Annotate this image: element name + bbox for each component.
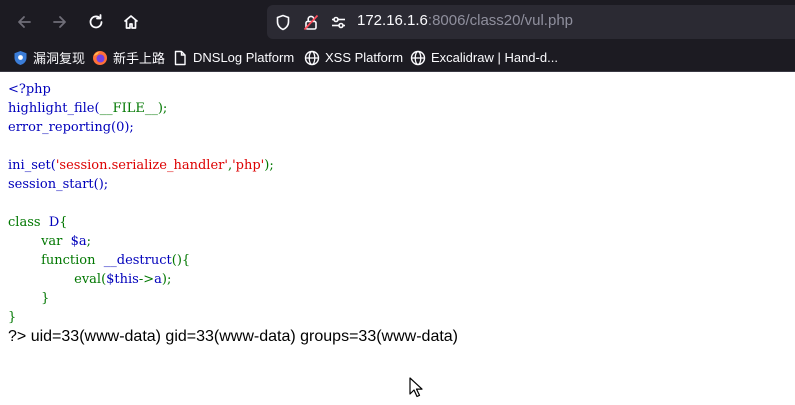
code-token: ;	[86, 234, 92, 249]
code-token: 'session.serialize_handler'	[55, 158, 228, 173]
globe-icon	[304, 50, 320, 66]
back-button[interactable]	[12, 10, 36, 34]
code-token: ->	[138, 272, 155, 287]
url-text[interactable]: 172.16.1.6:8006/class20/vul.php	[357, 12, 573, 29]
arrow-left-icon	[18, 16, 31, 28]
bookmarks-bar: 漏洞复现 新手上路 DNSLog Platform XSS Platform E…	[0, 44, 795, 72]
bookmark-label: 漏洞复现	[33, 51, 86, 66]
tracking-shield-icon[interactable]	[275, 14, 291, 36]
code-token: session_start();	[8, 177, 109, 192]
document-icon	[172, 50, 188, 66]
code-token: );	[264, 158, 274, 173]
url-host: 172.16.1.6	[357, 12, 428, 29]
bookmark-item[interactable]: DNSLog Platform	[172, 48, 294, 67]
code-token: (){	[171, 253, 191, 268]
bookmark-label: Excalidraw | Hand-d...	[431, 50, 558, 65]
php-close-tag: ?>	[8, 328, 27, 345]
code-token: function	[41, 253, 96, 268]
home-icon	[123, 15, 139, 29]
code-token: ini_set(	[8, 158, 56, 173]
bookmark-item[interactable]: 新手上路	[92, 48, 165, 67]
code-token: var	[41, 234, 63, 249]
bookmark-label: 新手上路	[113, 51, 166, 66]
code-token: }	[8, 310, 17, 325]
code-token: );	[157, 101, 168, 116]
reload-icon	[89, 14, 103, 29]
home-button[interactable]	[119, 10, 143, 34]
forward-button[interactable]	[48, 10, 72, 34]
code-token: a	[154, 272, 162, 287]
php-source-code: <?php highlight_file(__FILE__); error_re…	[8, 80, 274, 327]
bookmark-item[interactable]: 漏洞复现	[12, 48, 85, 67]
command-output-text: uid=33(www-data) gid=33(www-data) groups…	[30, 328, 459, 345]
command-output: ?> uid=33(www-data) gid=33(www-data) gro…	[8, 328, 458, 346]
permissions-icon[interactable]	[330, 14, 347, 36]
code-token: <?php	[8, 82, 51, 97]
insecure-lock-icon[interactable]	[303, 14, 319, 36]
browser-toolbar: 172.16.1.6:8006/class20/vul.php	[0, 0, 795, 44]
code-token: );	[161, 272, 172, 287]
bookmark-label: DNSLog Platform	[193, 50, 295, 65]
arrow-right-icon	[53, 16, 66, 28]
bookmark-label: XSS Platform	[325, 50, 404, 65]
code-token: }	[41, 291, 50, 306]
code-token: class	[8, 215, 41, 230]
code-token: D	[48, 215, 60, 230]
page-content: <?php highlight_file(__FILE__); error_re…	[0, 72, 795, 405]
bookmark-item[interactable]: XSS Platform	[304, 48, 403, 67]
url-path: :8006/class20/vul.php	[427, 12, 574, 29]
code-token: eval(	[74, 272, 107, 287]
code-token: $a	[70, 234, 87, 249]
reload-button[interactable]	[84, 10, 108, 34]
code-token: 'php'	[232, 158, 265, 173]
globe-icon	[410, 50, 426, 66]
code-token: highlight_file(	[8, 101, 100, 116]
address-bar[interactable]: 172.16.1.6:8006/class20/vul.php	[267, 5, 795, 39]
code-token: __destruct	[103, 253, 172, 268]
bookmark-item[interactable]: Excalidraw | Hand-d...	[410, 48, 558, 67]
code-token: {	[59, 215, 68, 230]
code-token: __FILE__	[99, 101, 158, 116]
code-token: error_reporting(0);	[8, 120, 134, 135]
shield-icon	[12, 50, 28, 66]
code-token: $this	[106, 272, 139, 287]
firefox-icon	[92, 50, 108, 66]
mouse-pointer-icon	[409, 377, 423, 403]
